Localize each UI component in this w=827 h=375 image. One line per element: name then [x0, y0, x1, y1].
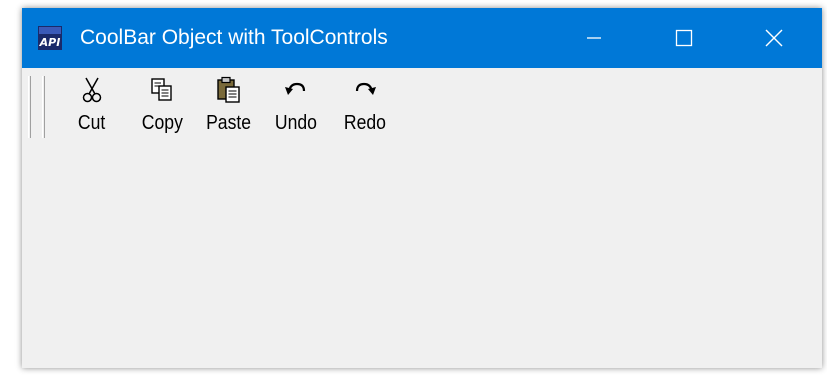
- coolbar: Cut Copy Paste Undo Redo: [22, 68, 822, 148]
- redo-button[interactable]: Redo: [332, 76, 398, 142]
- undo-button[interactable]: Undo: [264, 76, 328, 142]
- copy-icon: [149, 76, 175, 104]
- maximize-button[interactable]: [642, 8, 726, 68]
- paste-icon: [216, 76, 242, 104]
- band-gripper[interactable]: [28, 76, 31, 138]
- copy-button[interactable]: Copy: [130, 76, 194, 142]
- window-title: CoolBar Object with ToolControls: [80, 26, 388, 49]
- client-area: [22, 148, 822, 368]
- minimize-icon: [587, 37, 601, 39]
- cut-label: Cut: [78, 112, 106, 134]
- close-button[interactable]: [732, 8, 816, 68]
- band-gripper[interactable]: [42, 76, 45, 138]
- app-window: API CoolBar Object with ToolControls Cut…: [22, 8, 822, 368]
- svg-text:API: API: [39, 36, 61, 49]
- redo-icon: [352, 76, 378, 104]
- undo-label: Undo: [274, 112, 318, 134]
- cut-button[interactable]: Cut: [66, 76, 118, 142]
- app-icon: API: [38, 26, 62, 50]
- title-bar[interactable]: API CoolBar Object with ToolControls: [22, 8, 822, 68]
- minimize-button[interactable]: [552, 8, 636, 68]
- paste-button[interactable]: Paste: [194, 76, 264, 142]
- copy-label: Copy: [141, 112, 183, 134]
- maximize-icon: [675, 29, 693, 47]
- redo-label: Redo: [343, 112, 387, 134]
- close-icon: [765, 29, 783, 47]
- scissors-icon: [79, 76, 105, 104]
- paste-label: Paste: [206, 112, 252, 134]
- undo-icon: [283, 76, 309, 104]
